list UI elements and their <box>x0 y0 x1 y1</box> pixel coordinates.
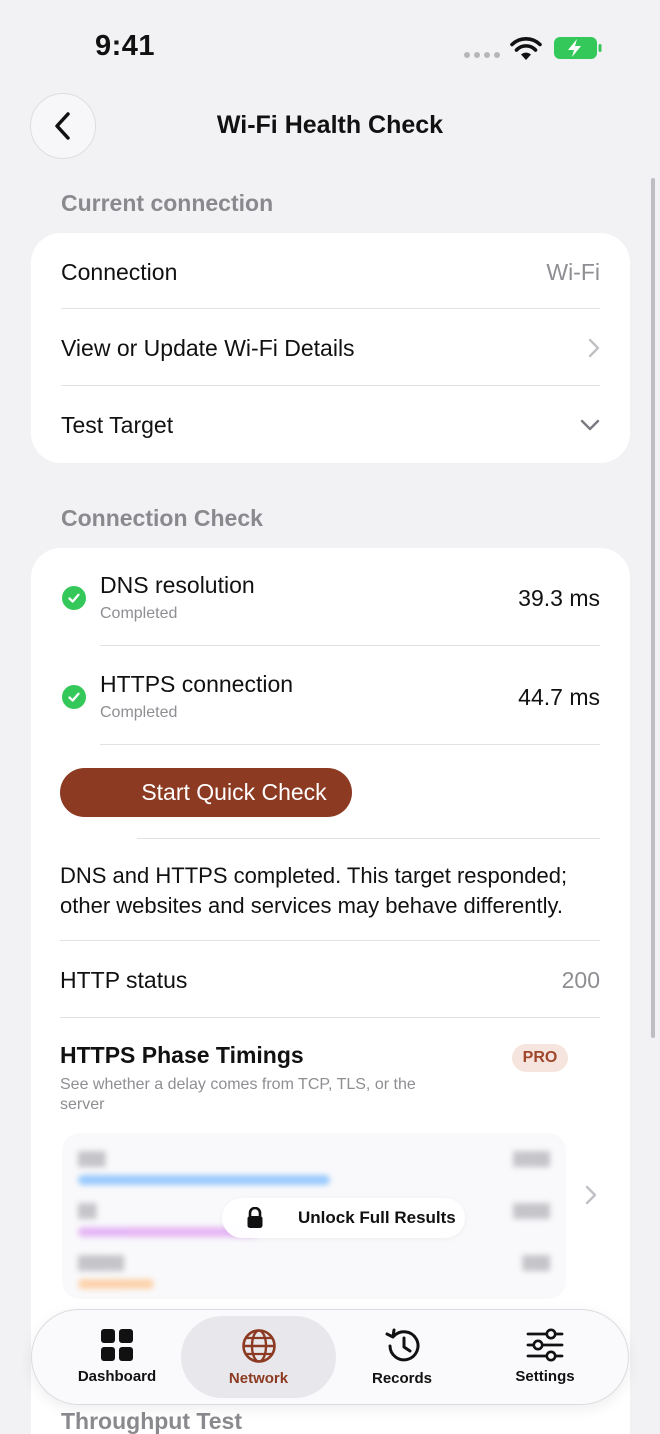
chevron-right-icon <box>588 338 600 358</box>
divider <box>100 645 600 646</box>
tab-label: Settings <box>515 1368 575 1385</box>
dns-check-item: DNS resolution Completed <box>100 572 255 623</box>
history-icon <box>385 1328 420 1362</box>
tab-label: Network <box>228 1370 289 1387</box>
lock-icon <box>247 1207 263 1228</box>
divider <box>100 744 600 745</box>
test-target-label: Test Target <box>61 411 174 438</box>
http-status-value: 200 <box>561 966 600 993</box>
divider <box>60 1017 600 1018</box>
http-status-row: HTTP status 200 <box>60 962 600 998</box>
wifi-icon <box>510 37 542 60</box>
unlock-full-results-button[interactable]: Unlock Full Results <box>222 1198 465 1238</box>
wifi-details-label: View or Update Wi-Fi Details <box>61 334 355 361</box>
divider <box>61 308 600 309</box>
http-status-label: HTTP status <box>60 966 188 993</box>
https-check-time: 44.7 ms <box>518 684 600 710</box>
tab-dashboard[interactable]: Dashboard <box>46 1316 188 1398</box>
divider <box>61 385 600 386</box>
cellular-signal-icon <box>464 52 500 58</box>
https-check-status: Completed <box>100 704 178 721</box>
https-check-item: HTTPS connection Completed <box>100 671 293 722</box>
current-connection-card: Connection Wi-Fi View or Update Wi-Fi De… <box>31 233 630 463</box>
grid-icon <box>101 1329 133 1361</box>
start-quick-check-button[interactable]: Start Quick Check <box>60 768 352 817</box>
https-check-name: HTTPS connection <box>100 671 294 697</box>
tab-label: Dashboard <box>77 1368 157 1385</box>
status-time: 9:41 <box>95 30 156 62</box>
unlock-label: Unlock Full Results <box>298 1208 456 1227</box>
tab-settings[interactable]: Settings <box>474 1316 616 1398</box>
check-summary-text: DNS and HTTPS completed. This target res… <box>60 863 568 918</box>
checkmark-circle-icon <box>62 586 86 610</box>
section-label-connection-check: Connection Check <box>61 505 263 531</box>
scroll-indicator[interactable] <box>651 178 655 1038</box>
divider <box>137 838 600 839</box>
dns-check-status: Completed <box>100 605 178 622</box>
pro-badge: PRO <box>512 1044 568 1072</box>
tab-bar: Dashboard Network Records Settings <box>31 1309 629 1405</box>
locked-phase-timings-preview[interactable]: ███ ████ ██ ████ █████ ███ Unlock Full R… <box>62 1133 566 1299</box>
chevron-right-icon[interactable] <box>584 1184 598 1206</box>
connection-value: Wi-Fi <box>546 258 600 285</box>
checkmark-circle-icon <box>62 685 86 709</box>
dns-check-time: 39.3 ms <box>518 585 600 611</box>
wifi-details-row[interactable]: View or Update Wi-Fi Details <box>61 330 600 366</box>
sliders-icon <box>526 1328 564 1362</box>
phase-timings-description: See whether a delay comes from TCP, TLS,… <box>60 1076 416 1113</box>
connection-row: Connection Wi-Fi <box>61 254 600 290</box>
globe-icon <box>241 1329 276 1363</box>
connection-label: Connection <box>61 258 178 285</box>
phase-timings-title: HTTPS Phase Timings <box>60 1042 304 1068</box>
test-target-row[interactable]: Test Target <box>61 407 600 443</box>
tab-label: Records <box>371 1370 433 1387</box>
tab-records[interactable]: Records <box>331 1316 473 1398</box>
dns-check-name: DNS resolution <box>100 572 255 598</box>
status-bar: 9:41 <box>0 0 660 96</box>
battery-charging-icon <box>554 37 602 59</box>
divider <box>60 940 600 941</box>
page-title: Wi-Fi Health Check <box>216 111 444 139</box>
section-label-current-connection: Current connection <box>61 190 274 216</box>
connection-check-card: DNS resolution Completed 39.3 ms HTTPS c… <box>31 548 630 1434</box>
chevron-down-icon <box>580 419 600 431</box>
tab-network[interactable]: Network <box>181 1316 336 1398</box>
section-label-throughput-test: Throughput Test <box>61 1408 242 1434</box>
